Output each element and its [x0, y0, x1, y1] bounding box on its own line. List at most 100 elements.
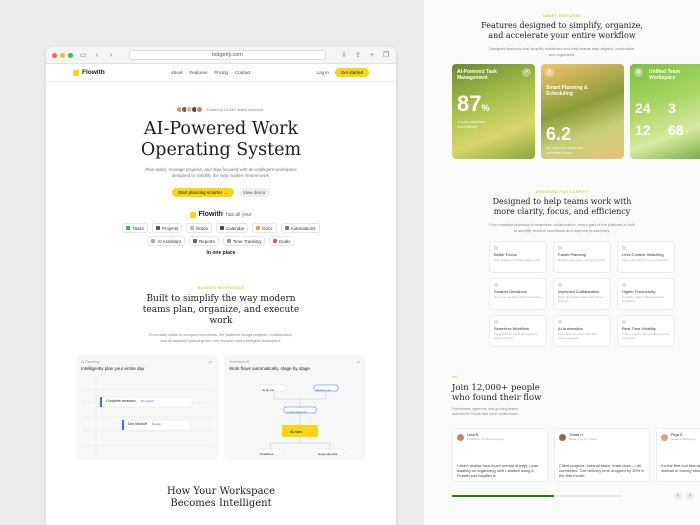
hero-section: Trusted by 10,000+ teams worldwide AI-Po… — [46, 106, 396, 256]
chip-calendar[interactable]: Calendar — [216, 223, 249, 233]
workflow-node: Review (2) — [316, 388, 331, 392]
benefit-desc: Stay aligned on what matters most — [494, 258, 541, 262]
expand-icon[interactable]: ↗ — [356, 360, 360, 366]
avatar-stack: Trusted by 10,000+ teams worldwide — [46, 106, 396, 113]
testimonial-quote: It's the first tool that adapts to how I… — [661, 463, 700, 473]
card-title: Unified Team Workspace — [649, 69, 681, 81]
benefit-card: Faster Planning Reduce time spent organiz… — [553, 241, 611, 273]
testimonial-card: Lena R. Freelance Product Designer I didn… — [452, 428, 548, 482]
brand-name: Flowith — [82, 69, 105, 76]
benefit-title: Less Context Switching — [622, 252, 664, 257]
tabs-overview-icon[interactable]: ❐ — [382, 51, 390, 59]
join-title: Join 12,000+ people who found their flow — [452, 383, 541, 403]
benefit-desc: Work alongside teams with shared project… — [558, 295, 604, 303]
team-icon: ◍ — [634, 68, 643, 77]
expand-icon[interactable]: ↗ — [208, 360, 212, 366]
benefit-card: Smarter Decisions Use AI to prioritize wh… — [489, 278, 547, 310]
section-eyebrow: Modern Workspace — [197, 286, 245, 290]
benefit-card: AI Automation Automate repetitive work an… — [553, 315, 611, 347]
browser-window: ▭ ‹ › ledgerly.com ⇩ ⇪ + ❐ Flowith About… — [46, 47, 396, 525]
close-dot-icon[interactable] — [52, 52, 57, 58]
card-note: hrs saved per week with automated plans — [546, 146, 584, 155]
workflow-node: To do (4) — [262, 388, 274, 392]
next-arrow-icon[interactable]: › — [686, 492, 694, 500]
new-tab-icon[interactable]: + — [368, 52, 376, 59]
ai-planning-panel: AI Planning Intelligently plan your enti… — [76, 355, 218, 460]
chip-docs[interactable]: Docs — [252, 223, 277, 233]
benefit-desc: Complete tasks with automated workflows — [622, 295, 664, 303]
chip-reports[interactable]: Reports — [188, 236, 219, 246]
feature-chips: Tasks Projects Notes Calendar Docs Autom… — [121, 223, 321, 246]
start-planning-button[interactable]: Start planning smarter → — [171, 188, 234, 197]
chip-projects[interactable]: Projects — [151, 223, 183, 233]
forward-arrow-icon[interactable]: › — [107, 52, 115, 59]
benefit-icon — [622, 283, 626, 287]
docs-icon — [256, 226, 261, 230]
chip-time-tracking[interactable]: Time Tracking — [222, 236, 265, 246]
benefit-card: Real-Time Visibility Track progress and u… — [617, 315, 675, 347]
panel-tag: AI Planning — [81, 360, 99, 364]
benefit-card: Seamless Workflow Move through tasks and … — [489, 315, 547, 347]
testimonial-card: Tomas H. Head, Agency Owner Client projec… — [554, 428, 650, 482]
ai-spark-icon: ✦ — [545, 68, 554, 77]
benefit-icon — [558, 283, 562, 287]
feature-card[interactable]: ✦ Smart Planning & Scheduling 6.2 hrs sa… — [541, 64, 624, 159]
maximize-dot-icon[interactable] — [68, 52, 73, 58]
window-controls[interactable] — [52, 52, 73, 58]
workflows-panel: Workflows AI Work flows automatically, s… — [224, 355, 366, 460]
nav-link-features[interactable]: Features — [189, 70, 207, 75]
automations-icon — [284, 226, 289, 230]
benefit-desc: Move through tasks and projects without … — [494, 332, 538, 340]
address-bar[interactable]: ledgerly.com — [129, 50, 326, 60]
site-nav: Flowith About Features Pricing Contact L… — [46, 64, 396, 82]
chip-automations[interactable]: Automations — [280, 223, 320, 233]
task-label: Complete research — [106, 399, 136, 403]
benefit-icon — [494, 320, 498, 324]
task-tag: Research — [141, 399, 154, 403]
testimonial-quote: I didn't realise how much mental energy … — [457, 463, 538, 478]
carousel-progress — [452, 495, 622, 497]
chip-goals[interactable]: Goals — [268, 236, 295, 246]
share-icon[interactable]: ⇪ — [354, 51, 362, 59]
feature-card[interactable]: AI-Powered Task Management ↗ 87% of task… — [452, 64, 535, 159]
join-header: “” Join 12,000+ people who found their f… — [452, 376, 541, 416]
card-stat: 6.2 — [546, 124, 572, 144]
hero-title-line2: Operating System — [140, 140, 302, 160]
carousel-arrows: ‹ › — [674, 492, 694, 500]
brand-logo[interactable]: Flowith — [73, 69, 105, 76]
workflow-node: Deadlines — [260, 452, 274, 456]
stat-unit: % — [481, 103, 490, 113]
logo-mark-icon — [73, 69, 79, 76]
benefit-title: Faster Planning — [558, 252, 587, 257]
nav-link-pricing[interactable]: Pricing — [214, 70, 228, 75]
chip-ai-assistant[interactable]: AI Assistant — [147, 236, 185, 246]
reports-icon — [192, 239, 197, 243]
benefit-title: Smarter Decisions — [494, 289, 527, 294]
nav-link-contact[interactable]: Contact — [235, 70, 251, 75]
clarity-desc: From smarter planning to seamless collab… — [489, 222, 635, 233]
prev-arrow-icon[interactable]: ‹ — [674, 492, 682, 500]
minimize-dot-icon[interactable] — [60, 52, 65, 58]
get-started-button[interactable]: Get started — [334, 68, 369, 77]
browser-toolbar: ▭ ‹ › ledgerly.com ⇩ ⇪ + ❐ — [46, 47, 396, 64]
download-icon[interactable]: ⇩ — [340, 51, 348, 59]
arrow-icon[interactable]: ↗ — [522, 68, 531, 77]
simplify-section: Modern Workspace Built to simplify the w… — [46, 286, 396, 343]
back-arrow-icon[interactable]: ‹ — [93, 52, 101, 59]
avatar — [457, 433, 464, 441]
panel-tag: Workflows AI — [229, 360, 250, 364]
testimonial-quote: Client projects, internal tasks, team do… — [559, 463, 645, 478]
nav-link-about[interactable]: About — [171, 70, 183, 75]
card-title: Smart Planning & Scheduling — [546, 85, 588, 97]
time-tracking-icon — [226, 239, 231, 243]
chip-tasks[interactable]: Tasks — [122, 223, 148, 233]
chip-label: Docs — [262, 225, 273, 231]
benefit-desc: Reduce time spent organizing work — [558, 258, 605, 262]
view-demo-button[interactable]: View demo — [237, 188, 271, 197]
feature-card[interactable]: ◍ Unified Team Workspace 24 3 12 68 — [630, 64, 700, 159]
notes-icon — [190, 226, 195, 230]
sidebar-toggle-icon[interactable]: ▭ — [79, 51, 87, 59]
chip-notes[interactable]: Notes — [186, 223, 212, 233]
login-link[interactable]: Log in — [316, 70, 328, 75]
testimonial-role: Head of Marketing — [671, 437, 696, 441]
